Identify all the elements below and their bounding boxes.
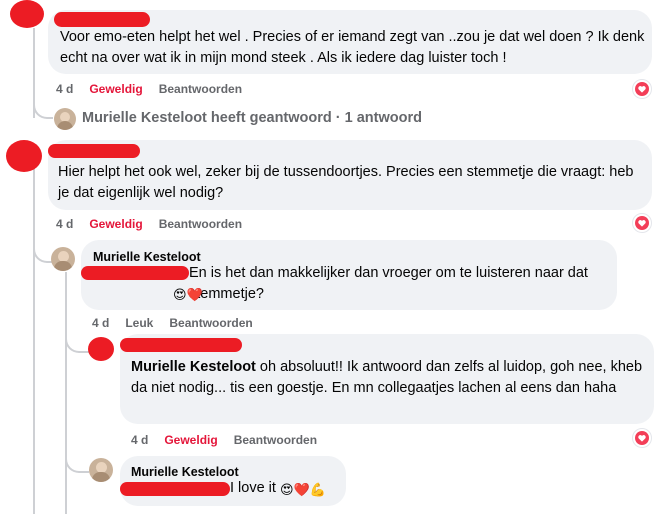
reply-text: I love it [230,480,276,496]
comment-bubble: Voor emo-eten helpt het wel . Precies of… [48,10,652,74]
thread-curve [33,95,53,119]
reaction-button[interactable]: Geweldig [89,217,142,231]
redacted-mention [120,482,230,496]
reply-emoji: 😍❤️ [173,288,203,303]
heart-reaction-icon[interactable] [632,428,652,448]
comment-bubble: Hier helpt het ook wel, zeker bij de tus… [48,140,652,210]
reply-emoji: 😍❤️💪 [280,483,326,498]
redacted-avatar [6,140,42,172]
comment-text: Hier helpt het ook wel, zeker bij de tus… [58,164,634,201]
thread-curve [65,445,89,473]
reply-button[interactable]: Beantwoorden [169,316,252,330]
redacted-name [120,338,242,352]
reply-button[interactable]: Beantwoorden [159,82,242,96]
redacted-avatar [88,337,114,361]
comment-actions: 4 d Geweldig Beantwoorden [56,217,242,231]
redacted-avatar [10,0,44,28]
avatar[interactable] [54,108,76,130]
heart-reaction-icon[interactable] [632,79,652,99]
reply-text: En is het dan makkelijker dan vroeger om… [189,265,588,302]
thread-line [65,272,67,514]
reaction-button[interactable]: Geweldig [89,82,142,96]
reply-button[interactable]: Beantwoorden [159,217,242,231]
comment-time[interactable]: 4 d [56,217,73,231]
comment-time[interactable]: 4 d [92,316,109,330]
reply-button[interactable]: Beantwoorden [234,433,317,447]
reply-bubble: Murielle Kesteloot oh absoluut!! Ik antw… [120,334,654,424]
comment-actions: 4 d Geweldig Beantwoorden [56,82,242,96]
view-replies-link[interactable]: Murielle Kesteloot heeft geantwoord · 1 … [82,110,422,126]
author-name[interactable]: Murielle Kesteloot [93,250,201,264]
comment-time[interactable]: 4 d [56,82,73,96]
like-button[interactable]: Leuk [125,316,153,330]
avatar[interactable] [89,458,113,482]
heart-reaction-icon[interactable] [632,213,652,233]
reply-bubble: Murielle Kesteloot I love it 😍❤️💪 [120,456,346,506]
mention-link[interactable]: Murielle Kesteloot [131,359,256,375]
redacted-name [54,12,150,27]
thread-line [33,160,35,514]
comment-text: Voor emo-eten helpt het wel . Precies of… [60,29,645,66]
comment-time[interactable]: 4 d [131,433,148,447]
redacted-name [48,144,140,158]
comment-actions: 4 d Geweldig Beantwoorden [131,433,317,447]
author-name[interactable]: Murielle Kesteloot [131,465,239,479]
thread-curve [65,325,89,353]
thread-curve [33,235,53,263]
reaction-button[interactable]: Geweldig [164,433,217,447]
reply-bubble: Murielle Kesteloot En is het dan makkeli… [81,240,617,310]
redacted-mention [81,266,189,280]
comment-actions: 4 d Leuk Beantwoorden [92,316,253,330]
avatar[interactable] [51,247,75,271]
reply-text: Murielle Kesteloot oh absoluut!! Ik antw… [131,359,643,396]
